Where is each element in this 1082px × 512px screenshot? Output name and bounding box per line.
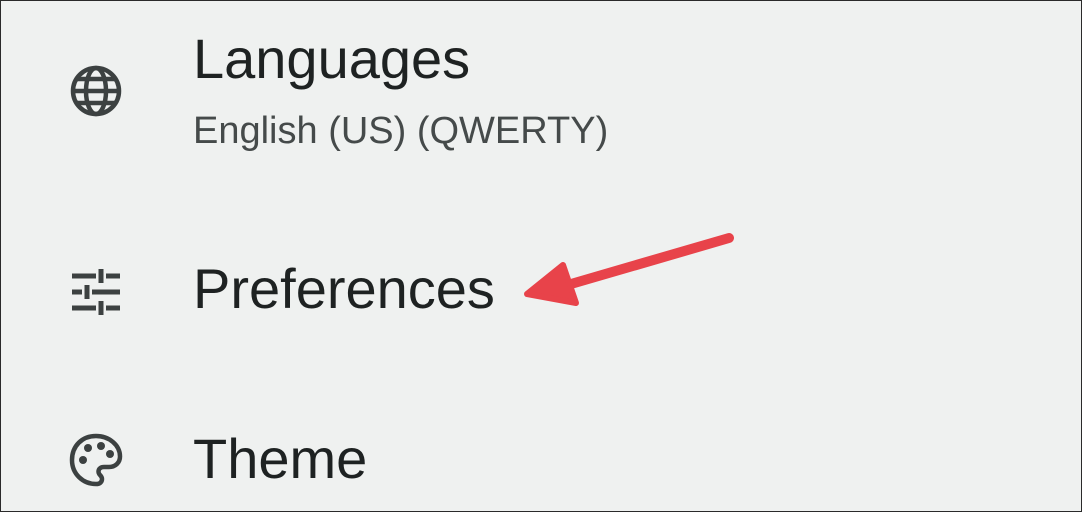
sliders-icon xyxy=(63,259,129,325)
settings-item-title: Languages xyxy=(193,27,471,90)
globe-icon xyxy=(63,58,129,124)
settings-item-title: Preferences xyxy=(193,257,495,320)
settings-item-title: Theme xyxy=(193,427,368,490)
palette-icon xyxy=(63,427,129,493)
settings-item-theme[interactable]: Theme xyxy=(1,397,1081,511)
settings-item-subtitle: English (US) (QWERTY) xyxy=(193,110,609,152)
settings-item-languages[interactable]: Languages English (US) (QWERTY) xyxy=(1,1,1081,191)
settings-item-preferences[interactable]: Preferences xyxy=(1,227,1081,357)
settings-screen: Languages English (US) (QWERTY) Preferen… xyxy=(0,0,1082,512)
